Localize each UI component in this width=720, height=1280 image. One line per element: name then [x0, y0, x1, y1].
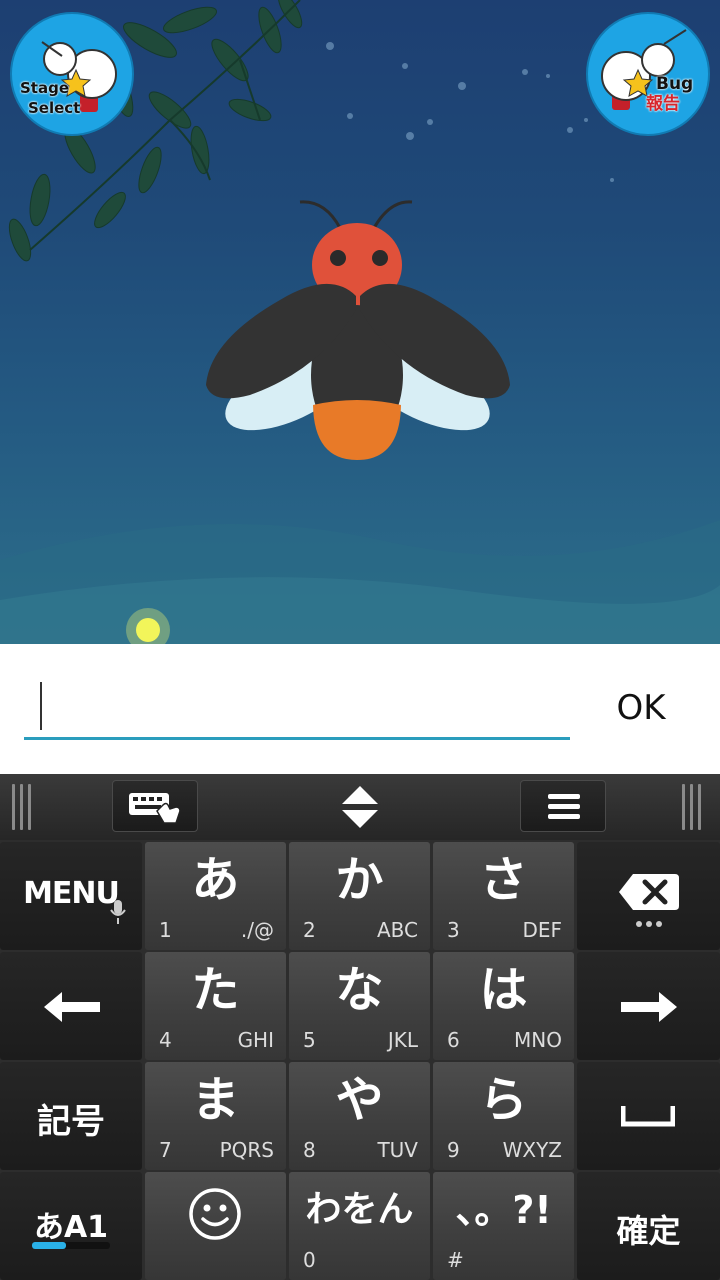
resize-arrows-icon[interactable]: [338, 784, 382, 830]
key-punctuation[interactable]: 、。?! #: [433, 1172, 574, 1280]
bug-label-line1: Bug: [656, 74, 694, 94]
ok-button[interactable]: OK: [596, 680, 686, 736]
key-ma[interactable]: ま 7 PQRS: [145, 1062, 286, 1170]
key-a-kana: あ: [191, 852, 240, 908]
key-ra[interactable]: ら 9 WXYZ: [433, 1062, 574, 1170]
key-sa-sub: DEF: [522, 918, 562, 942]
key-sa-num: 3: [447, 918, 460, 942]
menu-key[interactable]: MENU: [0, 842, 142, 950]
confirm-key-label: 確定: [616, 1212, 681, 1250]
key-na-kana: な: [335, 962, 384, 1018]
grip-left-icon[interactable]: [12, 784, 40, 830]
symbols-key[interactable]: 記号: [0, 1062, 142, 1170]
keyboard-hand-icon: [129, 793, 181, 824]
key-ka-kana: か: [335, 852, 384, 908]
arrow-left-icon: [44, 992, 100, 1022]
key-a-sub: ./@: [240, 918, 274, 942]
game-area[interactable]: Stage Select Bug 報告: [0, 0, 720, 644]
key-ka-num: 2: [303, 918, 316, 942]
input-mode-key[interactable]: あA1: [0, 1172, 142, 1280]
software-keyboard: MENU あ 1 ./@ か 2 ABC さ 3 DEF た 4 GHI な 5…: [0, 774, 720, 1280]
key-ra-kana: ら: [479, 1072, 528, 1128]
key-ya[interactable]: や 8 TUV: [289, 1062, 430, 1170]
key-sa-kana: さ: [479, 852, 528, 908]
grip-right-icon[interactable]: [682, 784, 710, 830]
cursor-left-key[interactable]: [0, 952, 142, 1060]
key-na-sub: JKL: [387, 1028, 418, 1052]
key-a[interactable]: あ 1 ./@: [145, 842, 286, 950]
bug-report-button[interactable]: Bug 報告: [586, 12, 710, 136]
key-ra-sub: WXYZ: [502, 1138, 562, 1162]
stage-label-line1: Stage: [20, 79, 70, 97]
key-ha-sub: MNO: [514, 1028, 562, 1052]
key-ta[interactable]: た 4 GHI: [145, 952, 286, 1060]
key-ha[interactable]: は 6 MNO: [433, 952, 574, 1060]
symbols-key-label: 記号: [37, 1102, 105, 1142]
key-ha-num: 6: [447, 1028, 460, 1052]
key-sa[interactable]: さ 3 DEF: [433, 842, 574, 950]
key-na-num: 5: [303, 1028, 316, 1052]
bug-label-line2: 報告: [646, 94, 680, 114]
key-wa-kana: わをん: [305, 1189, 414, 1230]
key-ta-kana: た: [191, 962, 240, 1018]
firefly-character: [206, 200, 510, 460]
space-key[interactable]: [577, 1062, 720, 1170]
key-ya-kana: や: [335, 1072, 384, 1128]
stage-select-button[interactable]: Stage Select: [10, 12, 134, 136]
mascot-icon: [41, 41, 117, 112]
key-punctuation-num: #: [447, 1248, 464, 1272]
key-ha-kana: は: [479, 962, 528, 1018]
arrow-right-icon: [621, 992, 677, 1022]
emoji-key[interactable]: [145, 1172, 286, 1280]
key-ma-num: 7: [159, 1138, 172, 1162]
answer-input[interactable]: [24, 672, 570, 740]
smiley-icon: [189, 1188, 241, 1240]
stage-label-line2: Select: [28, 99, 81, 117]
key-ta-num: 4: [159, 1028, 172, 1052]
confirm-key[interactable]: 確定: [577, 1172, 720, 1280]
key-ka-sub: ABC: [376, 918, 418, 942]
backspace-key[interactable]: [577, 842, 720, 950]
key-na[interactable]: な 5 JKL: [289, 952, 430, 1060]
space-icon: [621, 1106, 675, 1127]
microphone-icon: [110, 900, 126, 924]
key-ta-sub: GHI: [237, 1028, 274, 1052]
key-ma-sub: PQRS: [219, 1138, 274, 1162]
text-caret: [40, 682, 42, 730]
key-ya-sub: TUV: [377, 1138, 418, 1162]
input-mode-label: あA1: [33, 1210, 109, 1245]
key-punctuation-kana: 、。?!: [455, 1188, 552, 1232]
hamburger-menu-icon: [548, 794, 580, 819]
keyboard-menu-button[interactable]: [520, 780, 606, 832]
keyboard-toolbar: [0, 774, 720, 840]
cursor-right-key[interactable]: [577, 952, 720, 1060]
keyboard-switch-button[interactable]: [112, 780, 198, 832]
key-ma-kana: ま: [191, 1072, 240, 1128]
key-wa[interactable]: わをん 0: [289, 1172, 430, 1280]
input-mode-indicator: [32, 1242, 110, 1249]
backspace-icon: [619, 874, 679, 927]
key-wa-num: 0: [303, 1248, 316, 1272]
key-a-num: 1: [159, 918, 172, 942]
key-ra-num: 9: [447, 1138, 460, 1162]
key-ka[interactable]: か 2 ABC: [289, 842, 430, 950]
key-ya-num: 8: [303, 1138, 316, 1162]
